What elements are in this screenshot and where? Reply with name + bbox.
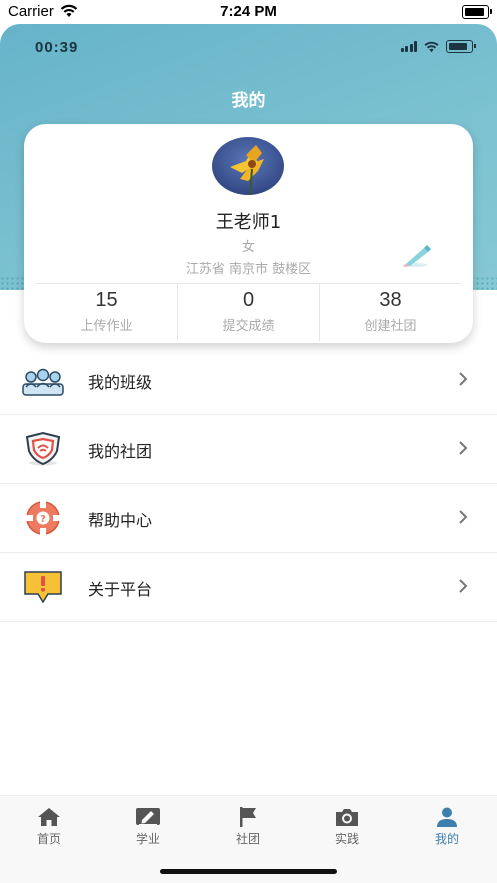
menu-item-help-center[interactable]: ? 帮助中心 — [0, 484, 497, 553]
tab-club[interactable]: 社团 — [218, 806, 278, 847]
page-title: 我的 — [231, 91, 266, 111]
chevron-right-icon — [459, 579, 468, 593]
menu-item-my-class[interactable]: 我的班级 — [0, 346, 497, 415]
tab-study[interactable]: 学业 — [118, 806, 178, 847]
camera-icon — [336, 809, 358, 826]
stat-uploaded-homework[interactable]: 15 上传作业 — [36, 284, 177, 341]
svg-text:?: ? — [40, 514, 46, 525]
stat-created-clubs[interactable]: 38 创建社团 — [319, 284, 461, 341]
chevron-right-icon — [459, 372, 468, 386]
tab-label: 首页 — [36, 832, 61, 846]
club-shield-icon — [25, 431, 61, 466]
signal-icon — [400, 41, 417, 52]
tab-mine[interactable]: 我的 — [417, 806, 477, 847]
avatar[interactable] — [212, 137, 284, 195]
about-platform-icon — [24, 571, 62, 604]
stat-label: 提交成绩 — [222, 319, 275, 334]
home-icon — [38, 808, 60, 826]
tab-label: 实践 — [334, 832, 359, 846]
stat-value: 38 — [379, 289, 402, 311]
profile-stats: 15 上传作业 0 提交成绩 38 创建社团 — [36, 283, 461, 341]
menu-item-label: 我的班级 — [88, 373, 153, 392]
chevron-right-icon — [459, 441, 468, 455]
menu-item-about-platform[interactable]: 关于平台 — [0, 553, 497, 622]
tab-practice[interactable]: 实践 — [317, 806, 377, 847]
battery-icon — [446, 40, 476, 53]
menu-item-my-club[interactable]: 我的社团 — [0, 415, 497, 484]
tab-label: 学业 — [135, 832, 160, 846]
profile-card: 王老师1 女 江苏省 南京市 鼓楼区 15 上传作业 0 提交成绩 38 创建社… — [24, 124, 473, 343]
wifi-icon — [424, 41, 439, 52]
class-group-icon — [22, 368, 64, 396]
tab-home[interactable]: 首页 — [19, 806, 79, 847]
flag-icon — [240, 807, 256, 827]
edit-pencil-icon[interactable] — [400, 242, 432, 268]
menu-item-label: 关于平台 — [88, 580, 153, 599]
help-center-icon: ? — [26, 501, 60, 535]
app-status-time: 00:39 — [35, 39, 79, 56]
stat-label: 创建社团 — [364, 319, 417, 334]
stat-value: 0 — [242, 289, 255, 311]
user-name: 王老师1 — [215, 212, 282, 233]
simulator-time: 7:24 PM — [220, 3, 277, 20]
menu-item-label: 我的社团 — [88, 442, 153, 461]
stat-submitted-grades[interactable]: 0 提交成绩 — [177, 284, 319, 341]
simulator-status-bar: Carrier 7:24 PM — [0, 0, 497, 24]
chevron-right-icon — [459, 510, 468, 524]
app-status-icons — [400, 40, 476, 53]
tab-label: 我的 — [434, 832, 459, 846]
menu-list: 我的班级 我的社团 ? 帮助中心 关于平台 — [0, 346, 497, 622]
user-icon — [437, 807, 457, 827]
study-icon — [136, 808, 160, 826]
stat-value: 15 — [95, 289, 118, 311]
home-indicator — [160, 869, 337, 874]
battery-icon — [462, 5, 492, 19]
stat-label: 上传作业 — [80, 319, 133, 334]
menu-item-label: 帮助中心 — [88, 511, 153, 530]
tab-label: 社团 — [235, 832, 260, 846]
